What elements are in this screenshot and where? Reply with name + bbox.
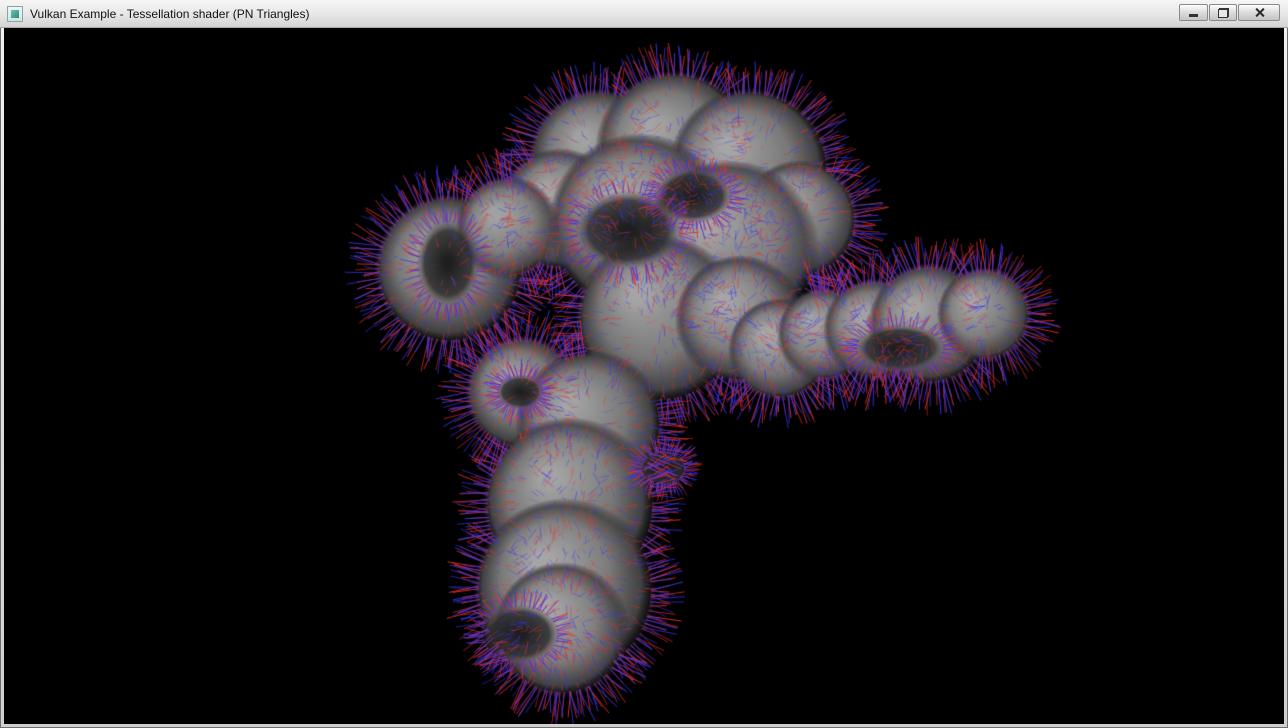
restore-button[interactable]: [1209, 4, 1237, 21]
window-title: Vulkan Example - Tessellation shader (PN…: [30, 7, 309, 21]
app-icon: [7, 6, 23, 22]
close-button[interactable]: [1238, 4, 1280, 21]
restore-icon: [1218, 8, 1229, 18]
render-canvas[interactable]: [4, 28, 1284, 724]
render-viewport[interactable]: [4, 28, 1284, 724]
app-window: Vulkan Example - Tessellation shader (PN…: [0, 0, 1288, 728]
window-controls: [1179, 4, 1280, 21]
close-icon: [1254, 7, 1265, 18]
minimize-button[interactable]: [1179, 4, 1208, 21]
titlebar[interactable]: Vulkan Example - Tessellation shader (PN…: [0, 0, 1288, 28]
minimize-icon: [1189, 14, 1198, 17]
